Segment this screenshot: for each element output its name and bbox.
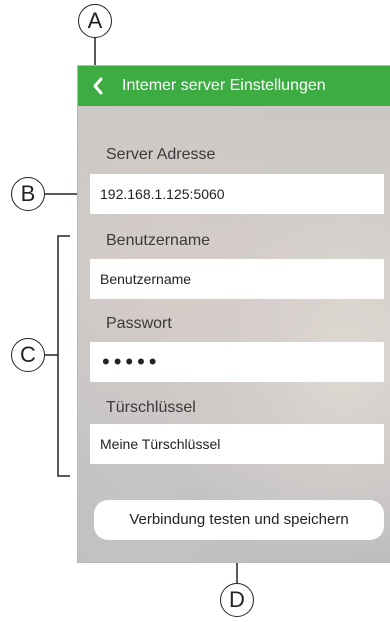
title-bar: Intemer server Einstellungen (78, 66, 390, 106)
settings-screen: Intemer server Einstellungen Server Adre… (78, 66, 390, 562)
page-title: Intemer server Einstellungen (122, 77, 326, 94)
username-field[interactable]: Benutzername (90, 259, 384, 299)
callout-a: A (78, 4, 112, 38)
callout-c: C (11, 338, 45, 372)
password-field[interactable]: ••••• (90, 342, 384, 382)
callout-d: D (220, 583, 254, 617)
chevron-left-icon (93, 77, 103, 95)
test-and-save-button[interactable]: Verbindung testen und speichern (94, 500, 384, 540)
password-label: Passwort (106, 315, 172, 332)
server-address-label: Server Adresse (106, 146, 216, 163)
username-label: Benutzername (106, 232, 211, 249)
door-key-label: Türschlüssel (106, 399, 196, 416)
back-button[interactable] (86, 74, 112, 98)
callout-b: B (11, 177, 45, 211)
door-key-field[interactable]: Meine Türschlüssel (90, 424, 384, 464)
server-address-field[interactable]: 192.168.1.125:5060 (90, 174, 384, 214)
